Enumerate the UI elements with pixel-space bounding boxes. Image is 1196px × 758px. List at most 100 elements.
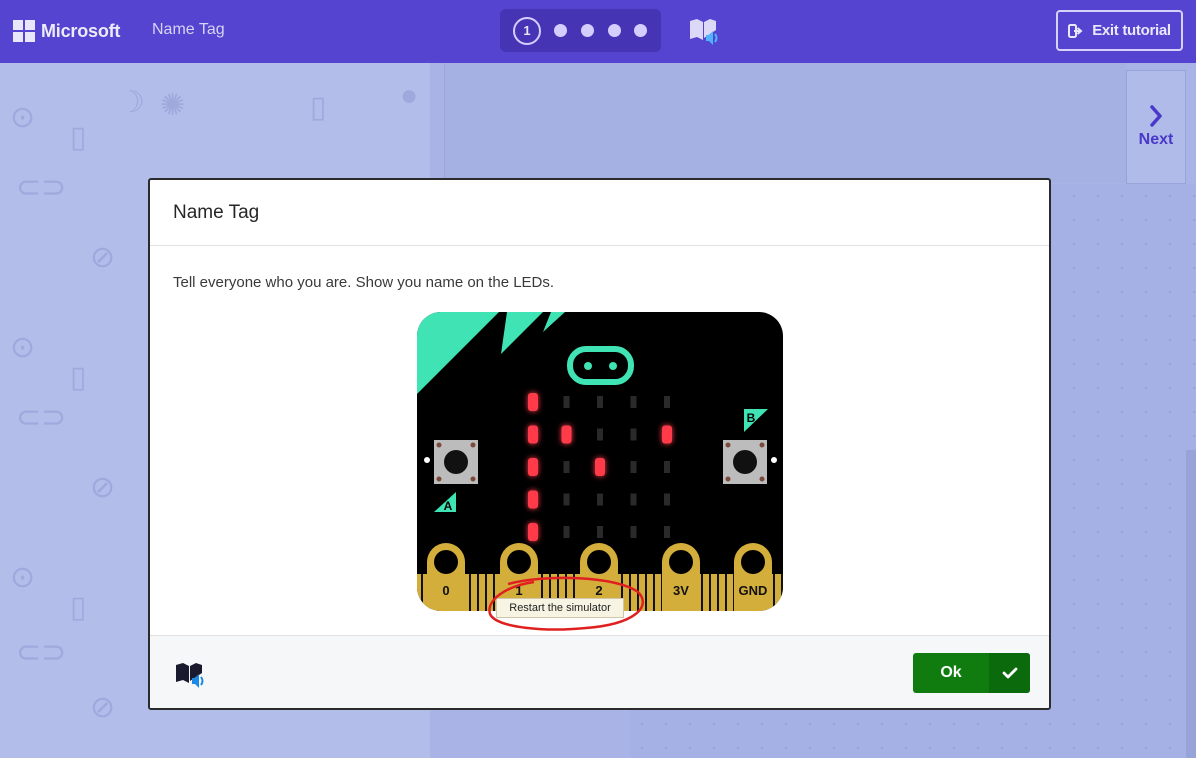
button-b-indicator (771, 457, 777, 463)
led-off (597, 428, 603, 441)
pin-hole (669, 550, 693, 574)
led-off (664, 396, 670, 408)
led-off (563, 461, 570, 473)
button-screw (470, 442, 476, 448)
led-off (563, 526, 570, 538)
pin-hole (741, 550, 765, 574)
led-off (664, 526, 670, 538)
pattern-icon: ⊘ (90, 241, 116, 274)
led-off (630, 526, 637, 538)
button-b-label: B (747, 411, 756, 425)
led-off (630, 428, 637, 441)
microbit-simulator[interactable]: A B 0 1 2 3V GND (417, 312, 783, 611)
annotation-circle (488, 576, 645, 631)
button-screw (725, 476, 731, 482)
checkmark-icon (989, 653, 1030, 693)
immersive-reader-icon[interactable] (689, 18, 721, 46)
led-on (528, 458, 538, 476)
connector-stripe (653, 574, 655, 611)
pin-hole (507, 550, 531, 574)
pattern-icon: ▯ (70, 121, 87, 154)
pin-label: GND (739, 583, 768, 598)
connector-stripe (781, 574, 783, 611)
button-screw (725, 442, 731, 448)
pattern-icon: ⊙ (10, 561, 36, 594)
connector-stripe (469, 574, 471, 611)
led-on (528, 425, 538, 444)
button-screw (759, 442, 765, 448)
pattern-icon: ⊘ (90, 691, 116, 724)
pattern-icon: ⊘ (90, 471, 116, 504)
led-off (664, 461, 670, 473)
pattern-icon: ☽ (118, 86, 145, 119)
workspace-scrollbar[interactable] (1186, 450, 1196, 758)
dialog-title: Name Tag (173, 202, 260, 223)
pattern-icon: ▯ (70, 591, 87, 624)
connector-stripe (477, 574, 479, 611)
dialog-instructions: Tell everyone who you are. Show you name… (173, 274, 555, 291)
button-screw (436, 442, 442, 448)
immersive-reader-icon[interactable] (175, 662, 207, 688)
led-off (597, 526, 603, 538)
logo-eye (609, 362, 617, 370)
pin-label: 3V (673, 583, 689, 598)
pattern-icon: ▯ (70, 361, 87, 394)
led-on (528, 523, 538, 541)
ok-button[interactable]: Ok (913, 653, 1030, 693)
pattern-icon: ▯ (310, 91, 327, 124)
led-off (563, 396, 570, 408)
button-a-label: A (444, 499, 453, 513)
button-screw (470, 476, 476, 482)
tutorial-stepper: 1 (500, 9, 661, 52)
windows-logo-icon (13, 20, 35, 42)
sign-out-icon (1068, 23, 1083, 38)
pattern-icon: ⊙ (10, 331, 36, 364)
button-screw (759, 476, 765, 482)
pin-hole (587, 550, 611, 574)
pattern-icon: ✺ (160, 89, 186, 122)
pattern-icon: ⊂⊃ (16, 171, 67, 204)
button-a-indicator (424, 457, 430, 463)
connector-stripe (421, 574, 423, 611)
pattern-icon: ⊂⊃ (16, 636, 67, 669)
step-dot[interactable] (581, 24, 594, 37)
led-off (630, 396, 637, 408)
led-off (630, 493, 637, 506)
connector-stripe (773, 574, 775, 611)
connector-stripe (725, 574, 727, 611)
connector-stripe (717, 574, 719, 611)
instructions-bar (444, 63, 1126, 183)
led-off (563, 493, 570, 506)
next-step-button[interactable]: Next (1126, 70, 1186, 184)
logo-eye (584, 362, 592, 370)
led-on (561, 425, 572, 444)
step-dot[interactable] (554, 24, 567, 37)
microsoft-logo[interactable]: Microsoft (13, 20, 120, 42)
pin-hole (434, 550, 458, 574)
step-dot[interactable] (634, 24, 647, 37)
pattern-icon: ⊙ (10, 101, 36, 134)
ok-label: Ok (940, 664, 962, 681)
step-dot[interactable] (608, 24, 621, 37)
tutorial-name: Name Tag (152, 21, 225, 38)
button-b-cap (733, 450, 757, 474)
led-off (664, 493, 670, 506)
led-on (528, 393, 538, 411)
brand-label: Microsoft (41, 20, 121, 41)
chevron-right-icon (1150, 105, 1162, 127)
dialog-footer: Ok (150, 635, 1049, 708)
led-off (597, 396, 603, 408)
dialog-header: Name Tag (150, 180, 1049, 246)
led-on (528, 490, 538, 509)
connector-stripe (709, 574, 711, 611)
button-a-cap (444, 450, 468, 474)
step-current[interactable]: 1 (513, 17, 541, 45)
next-label: Next (1138, 131, 1174, 148)
connector-stripe (701, 574, 703, 611)
tutorial-header: Microsoft Name Tag 1 Exit tutorial (0, 0, 1196, 63)
pattern-icon: ⊂⊃ (16, 401, 67, 434)
exit-tutorial-button[interactable]: Exit tutorial (1056, 10, 1183, 51)
pattern-icon: ● (400, 79, 419, 112)
pin-label: 0 (442, 583, 449, 598)
led-off (630, 461, 637, 473)
